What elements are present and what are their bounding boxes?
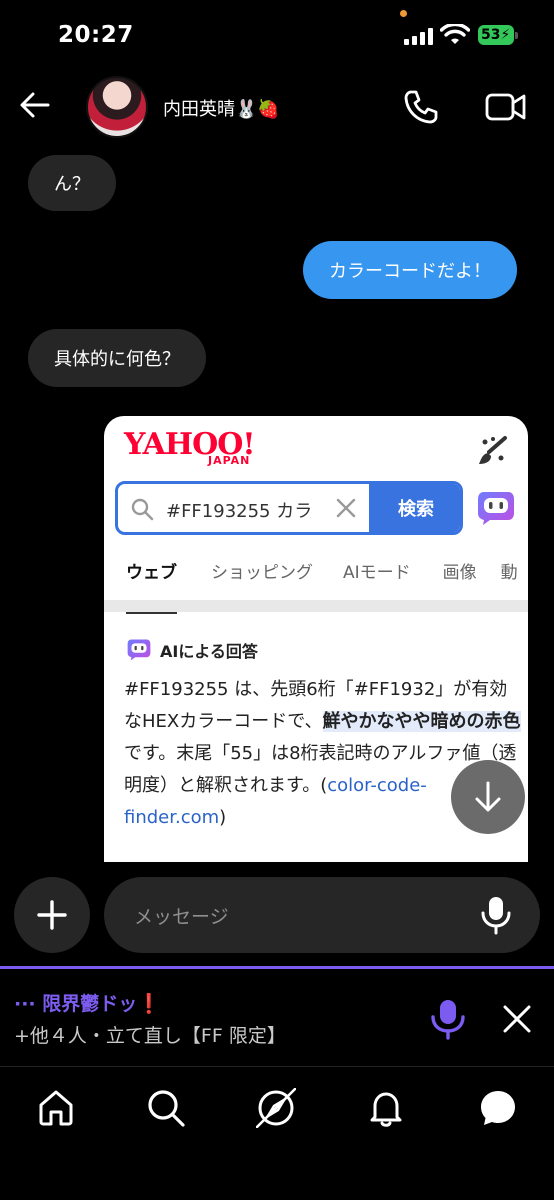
signal-icon <box>404 27 433 45</box>
notifications-icon[interactable] <box>366 1088 406 1128</box>
message-bubble-sent[interactable]: カラーコードだよ！ <box>303 241 517 299</box>
close-icon[interactable] <box>500 1002 534 1036</box>
arrow-down-icon <box>475 781 501 812</box>
section-divider <box>104 600 528 612</box>
search-tabs: ウェブ ショッピング AIモード 画像 動 <box>104 558 528 614</box>
message-bubble-received[interactable]: ん？ <box>28 155 116 211</box>
phone-call-icon[interactable] <box>402 88 440 126</box>
voice-chat-participants[interactable]: +他４人・立て直し【FF 限定】 <box>14 1021 286 1048</box>
tab-shopping: ショッピング <box>211 563 313 583</box>
status-time: 20:27 <box>58 22 134 48</box>
tab-video: 動 <box>500 563 518 583</box>
search-icon[interactable] <box>146 1088 186 1128</box>
home-icon[interactable] <box>36 1088 76 1128</box>
tab-images: 画像 <box>442 563 477 583</box>
paint-brush-icon <box>479 436 507 464</box>
search-query: #FF193255 カラ <box>166 501 313 522</box>
clear-icon <box>336 498 356 518</box>
microphone-icon[interactable] <box>478 895 514 935</box>
add-attachment-button[interactable] <box>14 877 90 953</box>
voice-chat-title[interactable]: ··· 限界鬱ドッ❗ <box>14 989 161 1016</box>
contact-name[interactable]: 内田英晴🐰🍓 <box>163 95 280 121</box>
tab-ai-mode: AIモード <box>343 563 411 583</box>
nav-divider <box>0 1066 554 1067</box>
message-input-placeholder: メッセージ <box>134 906 229 928</box>
search-box: #FF193255 カラ 検索 <box>115 481 463 535</box>
back-arrow-icon[interactable] <box>18 88 52 122</box>
ai-assistant-icon <box>478 492 514 525</box>
wifi-icon <box>440 24 470 44</box>
contact-avatar[interactable] <box>86 76 148 138</box>
battery-level: 53 <box>481 27 501 43</box>
voice-chat-microphone-icon[interactable] <box>428 998 468 1040</box>
ai-answer-heading: AIによる回答 <box>160 642 258 661</box>
plus-icon <box>37 900 67 930</box>
ai-answer-part-3: ) <box>219 807 227 828</box>
messages-icon[interactable] <box>478 1088 518 1128</box>
message-input[interactable]: メッセージ <box>104 877 540 953</box>
ai-answer-highlight: 鮮やかなやや暗めの赤色 <box>322 711 521 732</box>
scroll-to-bottom-button[interactable] <box>451 760 525 834</box>
search-icon <box>131 498 154 521</box>
explore-icon[interactable] <box>256 1088 296 1128</box>
ai-answer-icon <box>127 639 151 661</box>
voice-chat-progress-line <box>0 966 554 969</box>
yahoo-logo-sub: JAPAN <box>208 454 251 467</box>
search-button: 検索 <box>369 484 460 532</box>
mic-in-use-indicator <box>400 10 407 17</box>
battery-indicator: 53⚡ <box>478 25 518 45</box>
video-call-icon[interactable] <box>485 90 527 124</box>
tab-web: ウェブ <box>104 558 177 614</box>
message-bubble-received[interactable]: 具体的に何色？ <box>28 329 206 387</box>
